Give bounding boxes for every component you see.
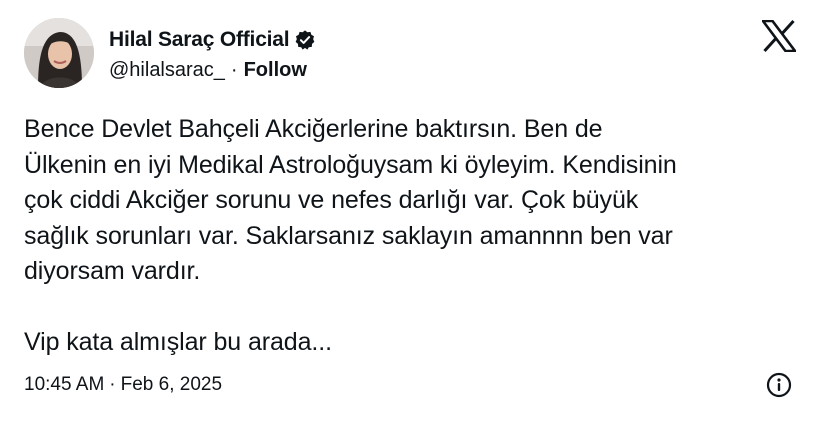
footer-separator: · [109, 374, 116, 395]
author-info: Hilal Saraç Official @hilalsarac_ · Foll… [109, 26, 316, 84]
profile-photo [24, 18, 94, 88]
info-icon[interactable] [766, 372, 792, 398]
tweet-card: Hilal Saraç Official @hilalsarac_ · Foll… [0, 0, 820, 427]
handle[interactable]: @hilalsarac_ [109, 59, 225, 82]
x-logo-icon[interactable] [760, 19, 798, 53]
tweet-date[interactable]: Feb 6, 2025 [121, 374, 222, 396]
handle-separator: · [230, 58, 238, 81]
display-name[interactable]: Hilal Saraç Official [109, 28, 290, 52]
verified-badge-icon [294, 29, 316, 51]
tweet-time[interactable]: 10:45 AM [24, 374, 104, 396]
handle-row: @hilalsarac_ · Follow [109, 56, 316, 84]
tweet-text: Bence Devlet Bahçeli Akciğerlerine baktı… [24, 115, 677, 356]
follow-button[interactable]: Follow [244, 59, 307, 82]
avatar[interactable] [24, 18, 94, 88]
name-row: Hilal Saraç Official [109, 26, 316, 54]
tweet-footer: 10:45 AM · Feb 6, 2025 [24, 371, 222, 399]
